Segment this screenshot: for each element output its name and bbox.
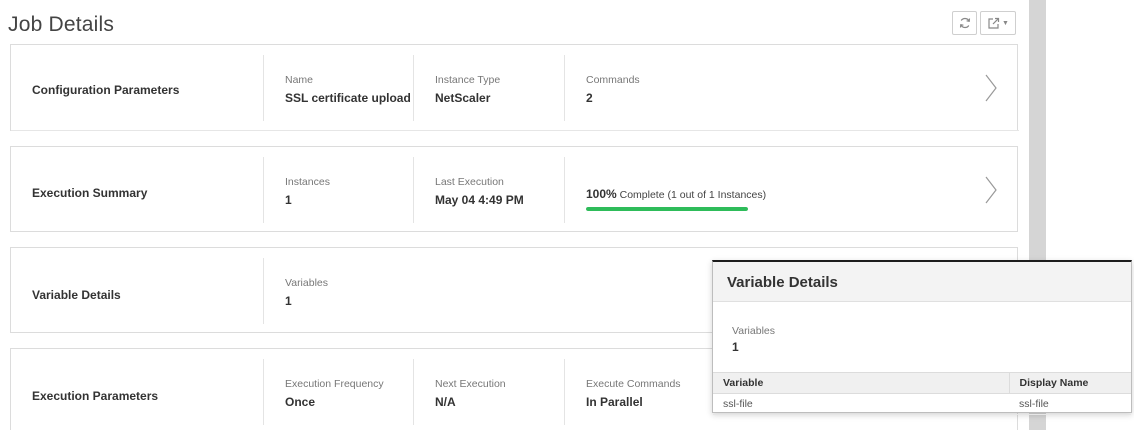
progress-field: 100% Complete (1 out of 1 Instances) — [564, 157, 864, 223]
table-cell-display-name: ssl-file — [1009, 393, 1131, 415]
name-label: Name — [285, 74, 314, 86]
last-execution-label: Last Execution — [435, 176, 504, 188]
refresh-icon — [959, 17, 970, 29]
next-execution-label: Next Execution — [435, 378, 506, 390]
execute-commands-label: Execute Commands — [586, 378, 681, 390]
chevron-right-icon[interactable] — [984, 175, 998, 205]
instance-type-field: Instance Type NetScaler — [413, 55, 563, 121]
instances-value: 1 — [285, 193, 292, 207]
progress-bar — [586, 207, 748, 211]
variables-field: Variables 1 — [263, 258, 463, 324]
variables-value: 1 — [285, 294, 292, 308]
name-field: Name SSL certificate upload — [263, 55, 413, 121]
card-title: Execution Parameters — [32, 389, 159, 403]
card-title: Execution Summary — [32, 186, 148, 200]
variable-details-popup: Variable Details Variables 1 Variable Di… — [712, 260, 1132, 415]
popup-title: Variable Details — [713, 262, 1131, 302]
next-execution-value: N/A — [435, 395, 456, 409]
execution-frequency-field: Execution Frequency Once — [263, 359, 413, 425]
execution-frequency-label: Execution Frequency — [285, 378, 384, 390]
instance-type-value: NetScaler — [435, 91, 491, 105]
variables-label: Variables — [285, 277, 328, 289]
card-title: Configuration Parameters — [32, 83, 180, 97]
configuration-parameters-row[interactable]: Configuration Parameters Name SSL certif… — [11, 45, 1019, 131]
execution-summary-card: Execution Summary Instances 1 Last Execu… — [10, 146, 1018, 232]
progress-fill — [586, 207, 748, 211]
table-row[interactable]: ssl-file ssl-file — [713, 393, 1131, 415]
instances-label: Instances — [285, 176, 330, 188]
refresh-button[interactable] — [952, 11, 977, 35]
card-title: Variable Details — [32, 288, 121, 302]
page-title: Job Details — [8, 13, 115, 36]
chevron-down-icon: ▼ — [1002, 19, 1009, 27]
commands-field: Commands 2 — [564, 55, 864, 121]
chevron-right-icon[interactable] — [984, 73, 998, 103]
execution-frequency-value: Once — [285, 395, 316, 409]
variables-table: Variable Display Name ssl-file ssl-file — [713, 372, 1131, 415]
commands-value: 2 — [586, 91, 593, 105]
popup-variables-label: Variables — [732, 325, 775, 337]
last-execution-value: May 04 4:49 PM — [435, 193, 524, 207]
table-cell-variable: ssl-file — [713, 393, 1009, 415]
progress-text: Complete (1 out of 1 Instances) — [619, 189, 767, 201]
instances-field: Instances 1 — [263, 157, 413, 223]
open-external-icon — [988, 17, 1000, 29]
configuration-parameters-card: Configuration Parameters Name SSL certif… — [10, 44, 1019, 131]
last-execution-field: Last Execution May 04 4:49 PM — [413, 157, 563, 223]
popup-variables-value: 1 — [732, 340, 739, 354]
column-header-variable[interactable]: Variable — [713, 372, 1009, 394]
execute-commands-field: Execute Commands In Parallel — [564, 359, 714, 425]
execute-commands-value: In Parallel — [586, 395, 643, 409]
name-value: SSL certificate upload — [285, 91, 411, 105]
progress-label: 100% Complete (1 out of 1 Instances) — [586, 187, 864, 201]
next-execution-field: Next Execution N/A — [413, 359, 563, 425]
instance-type-label: Instance Type — [435, 74, 501, 86]
open-external-button[interactable]: ▼ — [980, 11, 1016, 35]
column-header-display-name[interactable]: Display Name — [1008, 372, 1131, 394]
table-header-row: Variable Display Name — [713, 372, 1131, 394]
progress-percent: 100% — [586, 187, 617, 201]
toolbar: ▼ — [952, 11, 1016, 35]
execution-summary-row[interactable]: Execution Summary Instances 1 Last Execu… — [11, 147, 1019, 231]
commands-label: Commands — [586, 74, 640, 86]
